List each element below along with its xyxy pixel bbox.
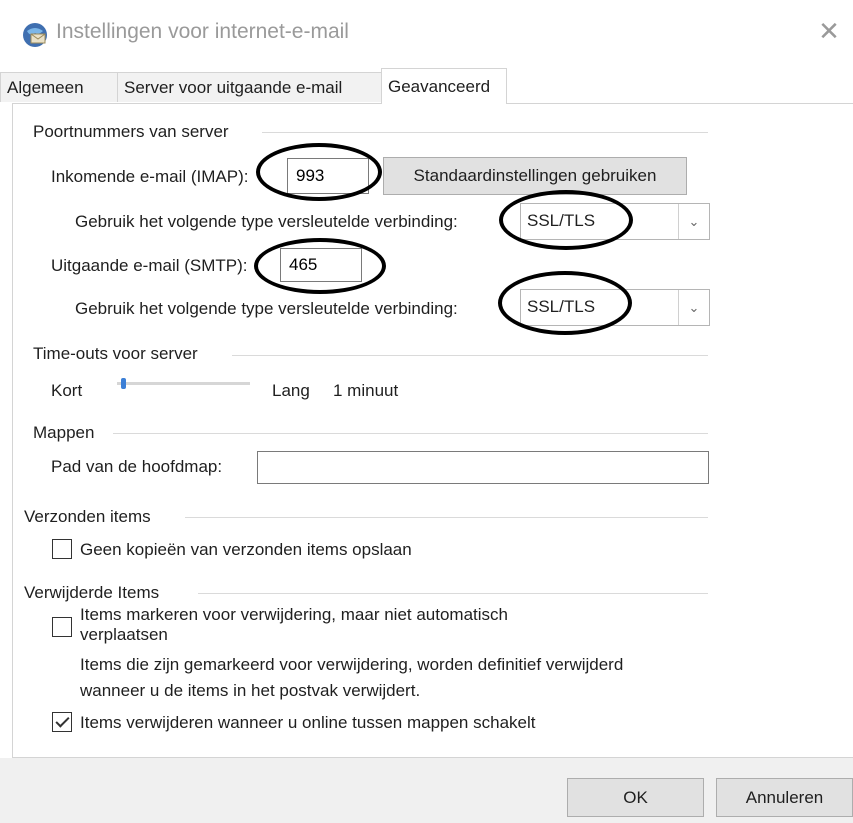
sent-items-heading: Verzonden items	[24, 507, 151, 526]
root-path-label: Pad van de hoofdmap:	[51, 457, 223, 476]
deleted-items-heading: Verwijderde Items	[24, 583, 160, 602]
tab-geavanceerd[interactable]: Geavanceerd	[381, 68, 507, 104]
timeout-slider[interactable]	[117, 382, 250, 385]
deletion-info-line2: wanneer u de items in het postvak verwij…	[80, 681, 421, 700]
incoming-encryption-label: Gebruik het volgende type versleutelde v…	[75, 212, 458, 231]
purge-on-switch-checkbox[interactable]	[52, 712, 72, 732]
globe-envelope-icon	[23, 23, 47, 47]
cancel-button[interactable]: Annuleren	[716, 778, 853, 817]
timeout-short-label: Kort	[51, 381, 83, 400]
purge-on-switch-label: Items verwijderen wanneer u online tusse…	[80, 713, 536, 732]
incoming-encryption-value: SSL/TLS	[527, 211, 596, 230]
outgoing-port-label: Uitgaande e-mail (SMTP):	[51, 256, 248, 275]
incoming-port-input[interactable]	[287, 158, 369, 194]
folders-divider	[113, 433, 708, 434]
title-bar: Instellingen voor internet-e-mail ✕	[0, 0, 853, 64]
sent-items-divider	[185, 517, 708, 518]
close-icon[interactable]: ✕	[814, 16, 844, 46]
incoming-port-label: Inkomende e-mail (IMAP):	[51, 167, 249, 186]
no-copies-checkbox[interactable]	[52, 539, 72, 559]
chevron-down-icon: ⌄	[678, 290, 709, 325]
tab-algemeen[interactable]: Algemeen	[0, 72, 118, 102]
mark-for-deletion-label-line2: verplaatsen	[80, 625, 168, 644]
mark-for-deletion-label: Items markeren voor verwijdering, maar n…	[80, 604, 720, 648]
timeout-value: 1 minuut	[333, 381, 399, 400]
deletion-info-line1: Items die zijn gemarkeerd voor verwijder…	[80, 655, 624, 674]
mark-for-deletion-checkbox[interactable]	[52, 617, 72, 637]
ports-heading: Poortnummers van server	[33, 122, 229, 141]
outgoing-encryption-select[interactable]: SSL/TLS ⌄	[520, 289, 710, 326]
mark-for-deletion-label-line1: Items markeren voor verwijdering, maar n…	[80, 605, 508, 624]
tab-server-uitgaande-email[interactable]: Server voor uitgaande e-mail	[117, 72, 383, 102]
chevron-down-icon: ⌄	[678, 204, 709, 239]
deleted-items-divider	[198, 593, 708, 594]
incoming-encryption-select[interactable]: SSL/TLS ⌄	[520, 203, 710, 240]
timeout-slider-thumb[interactable]	[120, 378, 126, 389]
timeout-long-label: Lang	[272, 381, 310, 400]
root-path-input[interactable]	[257, 451, 709, 484]
outgoing-encryption-value: SSL/TLS	[527, 297, 596, 316]
window-title: Instellingen voor internet-e-mail	[56, 20, 349, 43]
outgoing-encryption-label: Gebruik het volgende type versleutelde v…	[75, 299, 458, 318]
timeouts-divider	[232, 355, 708, 356]
use-defaults-button[interactable]: Standaardinstellingen gebruiken	[383, 157, 687, 195]
outgoing-port-input[interactable]	[280, 248, 362, 282]
ports-divider	[262, 132, 708, 133]
no-copies-label: Geen kopieën van verzonden items opslaan	[80, 540, 412, 559]
folders-heading: Mappen	[33, 423, 95, 442]
timeouts-heading: Time-outs voor server	[33, 344, 198, 363]
ok-button[interactable]: OK	[567, 778, 704, 817]
